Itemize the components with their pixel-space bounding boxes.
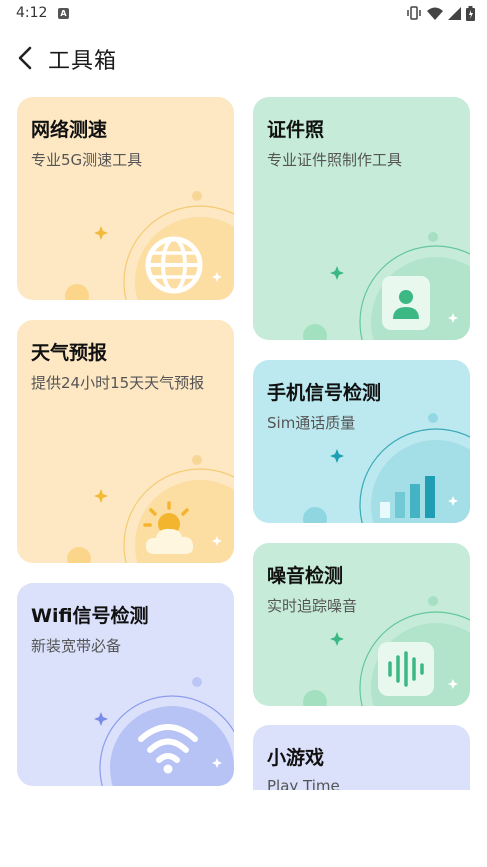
back-button[interactable]	[10, 42, 40, 74]
card-id-photo[interactable]: 证件照 专业证件照制作工具	[253, 97, 470, 340]
vibrate-icon	[407, 6, 421, 20]
card-subtitle: Sim通话质量	[267, 414, 356, 432]
card-title: 噪音检测	[267, 565, 344, 587]
card-title: 天气预报	[31, 342, 108, 364]
status-time: 4:12	[16, 5, 48, 21]
card-subtitle: 提供24小时15天天气预报	[31, 374, 205, 392]
card-subtitle: 新装宽带必备	[31, 637, 122, 655]
card-subtitle: 专业证件照制作工具	[267, 151, 403, 169]
status-icons	[406, 5, 475, 21]
wifi-icon	[427, 7, 443, 20]
bottom-blank-area	[0, 790, 487, 867]
chevron-left-icon	[18, 46, 32, 70]
sun-cloud-icon	[143, 501, 194, 554]
card-phone-signal[interactable]: 手机信号检测 Sim通话质量	[253, 360, 470, 523]
card-subtitle: 实时追踪噪音	[267, 597, 358, 615]
card-weather[interactable]: 天气预报 提供24小时15天天气预报	[17, 320, 234, 563]
wifi-signal-icon	[138, 724, 198, 774]
signal-icon	[448, 6, 461, 20]
page-title: 工具箱	[48, 49, 118, 74]
card-subtitle: 专业5G测速工具	[31, 151, 143, 169]
notification-a-icon: A	[58, 8, 69, 19]
card-title: 小游戏	[267, 747, 325, 769]
card-noise-detect[interactable]: 噪音检测 实时追踪噪音	[253, 543, 470, 706]
soundwave-icon	[378, 642, 434, 696]
globe-icon	[145, 236, 203, 294]
battery-icon	[466, 5, 475, 21]
portrait-icon	[382, 276, 430, 330]
card-title: 证件照	[267, 119, 325, 141]
signal-bars-icon	[380, 476, 435, 518]
card-wifi-detect[interactable]: Wifi信号检测 新装宽带必备	[17, 583, 234, 786]
card-title: 手机信号检测	[267, 382, 382, 404]
status-bar: 4:12 A	[0, 0, 487, 28]
app-header: 工具箱	[0, 36, 487, 80]
card-title: Wifi信号检测	[31, 605, 149, 627]
card-title: 网络测速	[31, 119, 108, 141]
card-speed-test[interactable]: 网络测速 专业5G测速工具	[17, 97, 234, 300]
